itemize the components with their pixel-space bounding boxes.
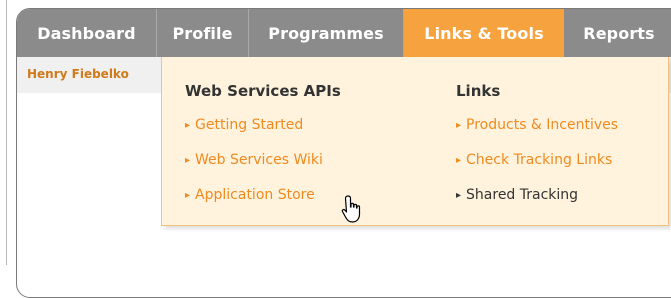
tab-programmes[interactable]: Programmes: [249, 9, 404, 57]
menu-link-label: Getting Started: [195, 117, 304, 133]
menu-link-web-services-wiki[interactable]: ▸ Web Services Wiki: [185, 152, 323, 168]
tab-links-and-tools[interactable]: Links & Tools: [404, 9, 564, 57]
hand-pointer-icon: [341, 195, 361, 223]
user-name-link[interactable]: Henry Fiebelko: [27, 67, 129, 81]
menu-link-label: Application Store: [195, 187, 315, 203]
page-left-border: [6, 0, 7, 265]
links-and-tools-dropdown: Web Services APIs ▸ Getting Started ▸ Web …: [161, 57, 669, 226]
menu-link-label: Products & Incentives: [466, 117, 619, 133]
bullet-icon: ▸: [456, 120, 462, 131]
bullet-icon: ▸: [185, 155, 191, 166]
menu-link-shared-tracking[interactable]: ▸ Shared Tracking: [456, 187, 578, 203]
links-heading: Links: [456, 82, 501, 100]
app-panel: Dashboard Profile Programmes Links & Too…: [16, 8, 671, 298]
menu-link-label: Check Tracking Links: [466, 152, 613, 168]
main-nav-tabbar: Dashboard Profile Programmes Links & Too…: [17, 9, 671, 57]
menu-link-getting-started[interactable]: ▸ Getting Started: [185, 117, 303, 133]
menu-link-label: Web Services Wiki: [195, 152, 323, 168]
bullet-icon: ▸: [185, 120, 191, 131]
menu-link-products-incentives[interactable]: ▸ Products & Incentives: [456, 117, 618, 133]
bullet-icon: ▸: [456, 155, 462, 166]
tab-dashboard[interactable]: Dashboard: [17, 9, 157, 57]
tab-profile[interactable]: Profile: [157, 9, 249, 57]
web-services-apis-heading: Web Services APIs: [185, 82, 341, 100]
bullet-icon: ▸: [456, 190, 462, 201]
menu-link-application-store[interactable]: ▸ Application Store: [185, 187, 315, 203]
bullet-icon: ▸: [185, 190, 191, 201]
menu-link-check-tracking-links[interactable]: ▸ Check Tracking Links: [456, 152, 612, 168]
tab-reports[interactable]: Reports: [564, 9, 671, 57]
menu-link-label: Shared Tracking: [466, 187, 579, 203]
